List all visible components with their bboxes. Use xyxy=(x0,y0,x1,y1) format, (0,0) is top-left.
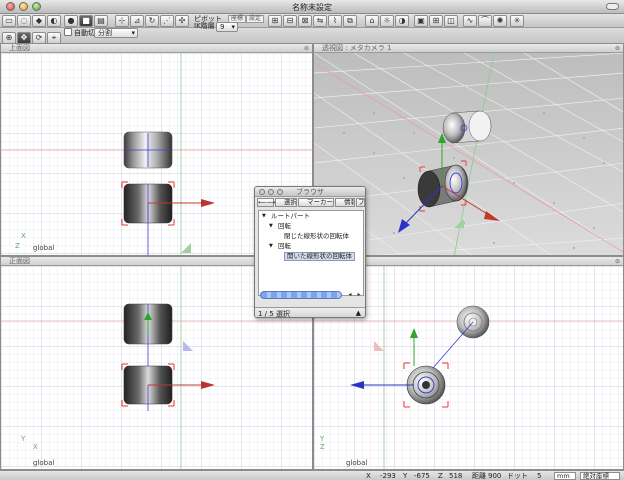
render-icon[interactable]: ✺ xyxy=(493,15,507,27)
move-axis-icon[interactable]: ⊹ xyxy=(115,15,129,27)
tree-item-open-revolve[interactable]: 開いた線形状の回転体 xyxy=(259,252,363,261)
browser-slider[interactable]: ◂ ▸ xyxy=(258,290,364,300)
browser-slider-track[interactable] xyxy=(260,291,342,299)
settings-button[interactable]: 設定 xyxy=(246,15,265,23)
distribute-icon[interactable]: ⊠ xyxy=(298,15,312,27)
status-distance-label: 距離 xyxy=(472,472,486,480)
tree-item-revolve-1[interactable]: ▼ 回転 xyxy=(259,222,363,231)
object-cylinder-closed[interactable] xyxy=(123,131,173,169)
browser-nav-arrows-icon[interactable]: ⟵⟶ xyxy=(257,198,275,207)
browser-title: ブラウザ xyxy=(296,188,324,196)
coordinate-system-label[interactable]: global xyxy=(33,244,54,252)
toolbar-toggle-button[interactable] xyxy=(606,3,619,10)
mirror-icon[interactable]: ⇋ xyxy=(313,15,327,27)
rotate-axis-icon[interactable]: ↻ xyxy=(145,15,159,27)
browser-menubar: ⟵⟶ 選択 マーカー 情報 ブ xyxy=(257,198,365,208)
status-dot-label: ドット xyxy=(507,472,528,480)
axis-y-label: Y xyxy=(21,435,26,443)
copy-icon[interactable]: ⧉ xyxy=(343,15,357,27)
status-dot-value: 5 xyxy=(537,472,542,480)
status-bar: X -293 Y -675 Z 518 距離 900 ドット 5 mm 絶対座標 xyxy=(0,470,624,480)
title-bar: 名称未設定 xyxy=(0,0,624,14)
viewport-menu-icon[interactable]: ⊜ xyxy=(304,45,309,52)
axis-x-label: X xyxy=(21,232,26,240)
coordinate-system-label[interactable]: global xyxy=(346,459,367,467)
browser-menu-info[interactable]: 情報 xyxy=(335,198,355,207)
viewport-top-header: 上面図 ⊜ xyxy=(1,44,312,53)
grid-snap-icon[interactable]: ⊞ xyxy=(268,15,282,27)
browser-tree[interactable]: ▼ ルートパート ▼ 回転 閉じた線形状の回転体 ▼ 回転 開いた線形状の回転体 xyxy=(258,210,364,296)
lasso-icon[interactable]: ◌ xyxy=(17,15,31,27)
file-icon[interactable]: ▤ xyxy=(94,15,108,27)
status-z-label: Z xyxy=(438,472,443,480)
viewport-menu-icon[interactable]: ⊜ xyxy=(615,258,620,265)
scale-axis-icon[interactable]: ⊿ xyxy=(130,15,144,27)
scroll-left-icon[interactable]: ◂ xyxy=(346,291,354,299)
browser-status-bar: 1 / 5 選択 ▲ xyxy=(255,307,365,318)
tree-item-revolve-2[interactable]: ▼ 回転 xyxy=(259,242,363,251)
status-z-value: 518 xyxy=(449,472,463,480)
viewport-menu-icon[interactable]: ⊜ xyxy=(615,45,620,52)
shade-window: 名称未設定 ▭ ◌ ◆ ◐ ● ■ ▤ ⊹ ⊿ ↻ ⋰ ✣ ピボット 座標 設定… xyxy=(0,0,624,480)
coordinate-system-label[interactable]: global xyxy=(33,459,54,467)
pivot-state-label: IK階層 xyxy=(194,22,215,30)
tree-item-closed-revolve[interactable]: 閉じた線形状の回転体 xyxy=(259,232,363,241)
part-icon[interactable]: ■ xyxy=(79,15,93,27)
rectangle-select-icon[interactable]: ▭ xyxy=(2,15,16,27)
pivot-value-select[interactable]: 9 xyxy=(216,22,238,32)
browser-menu-select[interactable]: 選択 xyxy=(275,198,297,207)
status-y-label: Y xyxy=(403,472,408,480)
object-cylinder-closed[interactable] xyxy=(442,110,492,144)
axis-z-label: Z xyxy=(15,242,20,250)
surface-icon[interactable]: ⌒ xyxy=(478,15,492,27)
curve-icon[interactable]: ∿ xyxy=(463,15,477,27)
status-x-value: -293 xyxy=(380,472,396,480)
auto-switch-checkbox[interactable] xyxy=(64,28,72,36)
window-title: 名称未設定 xyxy=(292,3,332,12)
coord-mode-select[interactable]: 絶対座標 xyxy=(580,472,620,480)
link-icon[interactable]: ⌇ xyxy=(328,15,342,27)
browser-selection-count: 1 / 5 選択 xyxy=(258,310,290,318)
status-y-value: -675 xyxy=(414,472,430,480)
scroll-right-icon[interactable]: ▸ xyxy=(355,291,363,299)
browser-options-icon[interactable]: ▲ xyxy=(356,309,361,317)
layout-single-icon[interactable]: ▣ xyxy=(414,15,428,27)
viewport-perspective-title: 透視図 : メタカメラ 1 xyxy=(322,44,392,52)
layout-two-icon[interactable]: ◫ xyxy=(444,15,458,27)
split-select[interactable]: 分割 xyxy=(94,28,138,38)
light-icon[interactable]: ☼ xyxy=(380,15,394,27)
magnet-icon[interactable]: ◐ xyxy=(47,15,61,27)
uniform-axis-icon[interactable]: ✣ xyxy=(175,15,189,27)
disclosure-down-icon[interactable]: ▼ xyxy=(269,222,273,231)
brush-icon[interactable]: ◆ xyxy=(32,15,46,27)
unit-select[interactable]: mm xyxy=(554,472,576,480)
shear-axis-icon[interactable]: ⋰ xyxy=(160,15,174,27)
shape-icon[interactable]: ● xyxy=(64,15,78,27)
axis-y-label: Y xyxy=(320,435,325,443)
tree-item-root[interactable]: ▼ ルートパート xyxy=(259,212,363,221)
browser-menu-marker[interactable]: マーカー xyxy=(298,198,334,207)
browser-title-bar[interactable]: ブラウザ xyxy=(255,187,365,197)
layout-four-icon[interactable]: ⊞ xyxy=(429,15,443,27)
browser-palette[interactable]: ブラウザ ⟵⟶ 選択 マーカー 情報 ブ ▼ ルートパート ▼ 回転 閉じた線形… xyxy=(254,186,366,318)
main-toolbar: ▭ ◌ ◆ ◐ ● ■ ▤ ⊹ ⊿ ↻ ⋰ ✣ ピボット 座標 設定 ⊞ ⊟ ⊠… xyxy=(0,14,624,28)
home-icon[interactable]: ⌂ xyxy=(365,15,379,27)
preview-icon[interactable]: ✳ xyxy=(510,15,524,27)
status-x-label: X xyxy=(366,472,371,480)
browser-menu-more[interactable]: ブ xyxy=(356,198,365,207)
disclosure-down-icon[interactable]: ▼ xyxy=(262,212,266,221)
viewport-perspective-header: 透視図 : メタカメラ 1 ⊜ xyxy=(314,44,623,53)
viewport-front-title: 正面図 xyxy=(9,257,30,265)
axis-z-label: Z xyxy=(320,443,325,451)
status-distance-value: 900 xyxy=(488,472,502,480)
align-icon[interactable]: ⊟ xyxy=(283,15,297,27)
material-icon[interactable]: ◑ xyxy=(395,15,409,27)
axis-x-label: X xyxy=(33,443,38,451)
disclosure-down-icon[interactable]: ▼ xyxy=(269,242,273,251)
viewport-top-title: 上面図 xyxy=(9,44,30,52)
